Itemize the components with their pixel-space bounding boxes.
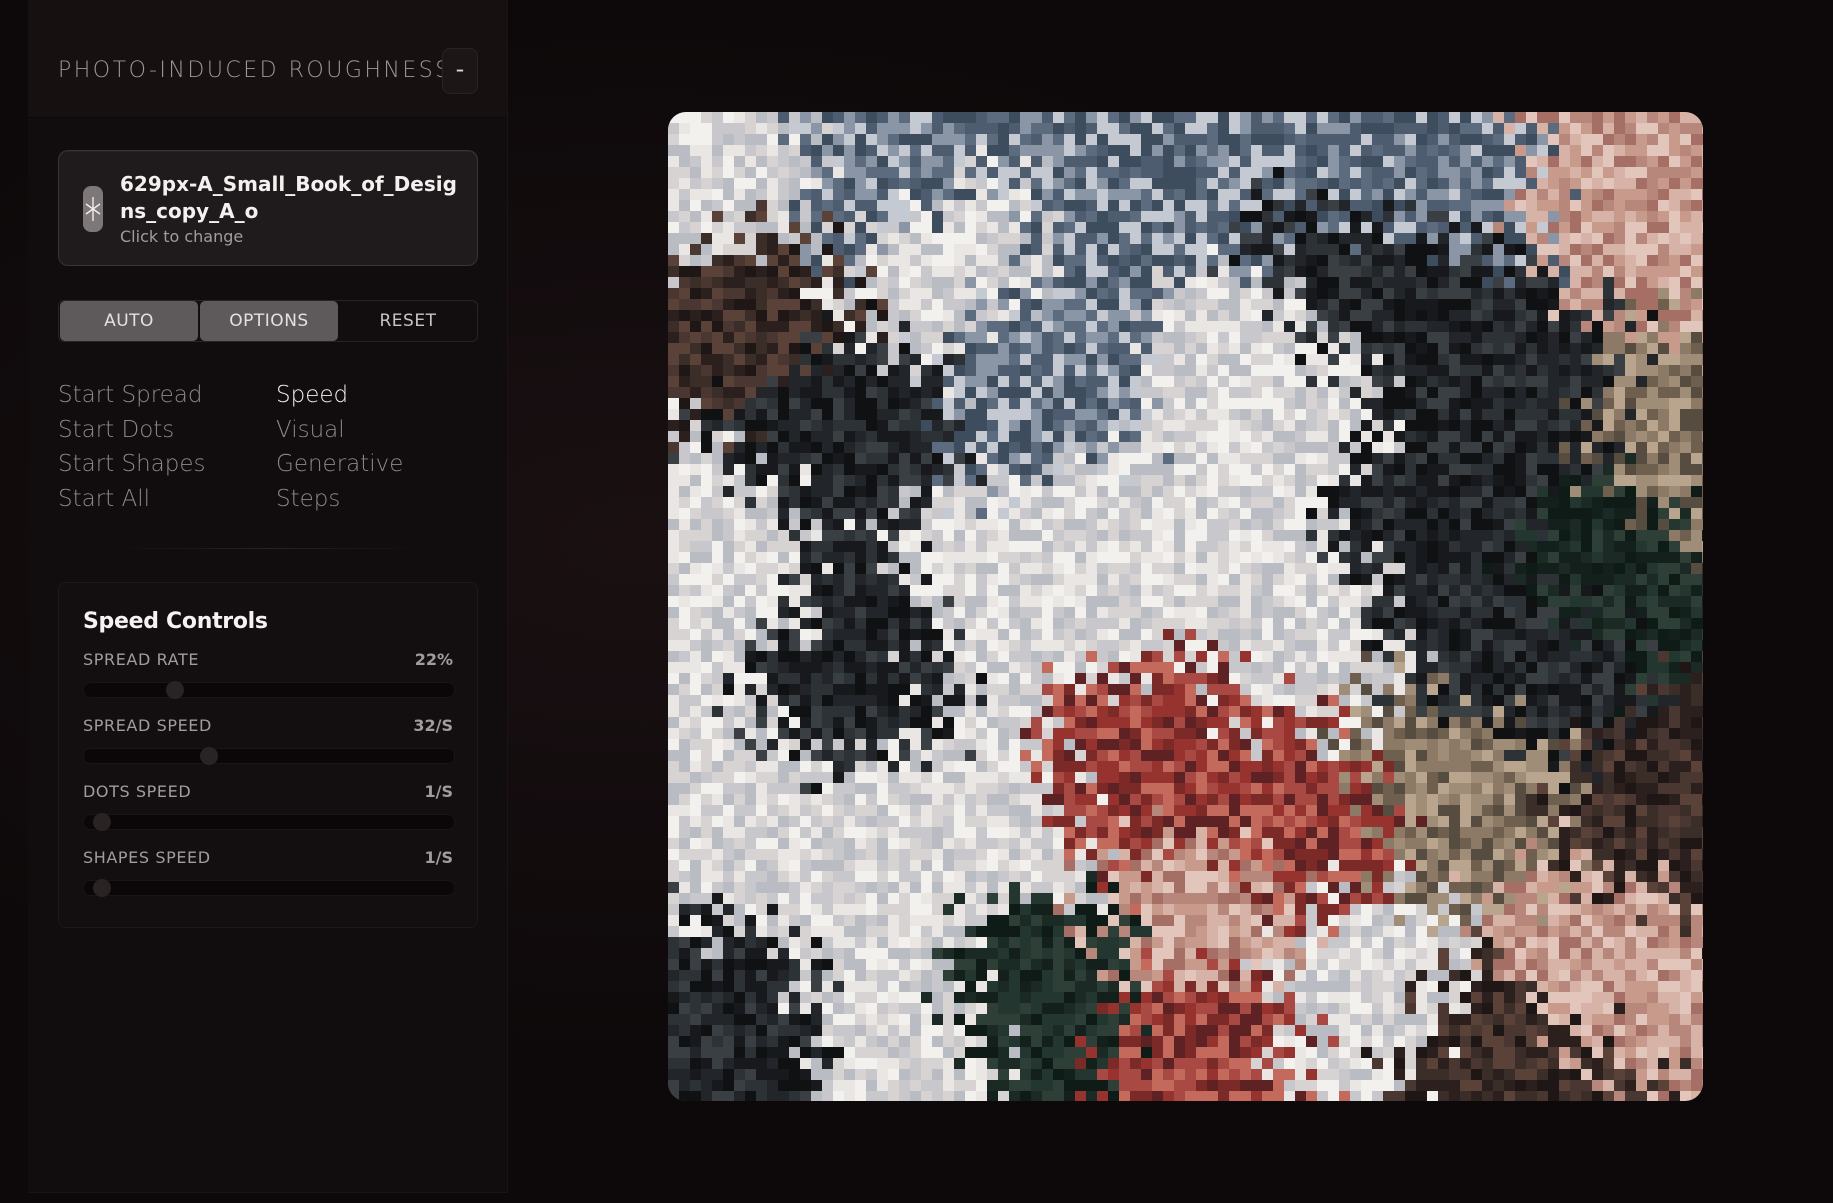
slider-value: 1/S [424,848,454,867]
slider-value: 1/S [424,782,454,801]
section-nav: Speed Visual Generative Steps [276,378,403,516]
app-window: PHOTO-INDUCED ROUGHNESS - 629px-A_Small_… [0,0,1833,1203]
slider-label: SPREAD SPEED [83,716,212,735]
image-file-name: 629px-A_Small_Book_of_Designs_copy_A_o [120,172,457,223]
collapse-button[interactable]: - [442,48,478,94]
reset-button[interactable]: RESET [339,301,477,341]
section-speed[interactable]: Speed [276,378,403,413]
start-all-link[interactable]: Start All [58,482,206,517]
canvas-artwork [668,112,1703,1101]
slider-knob[interactable] [166,681,185,699]
slider-value: 32/S [413,716,453,735]
image-change-hint: Click to change [120,227,244,246]
control-sidebar: PHOTO-INDUCED ROUGHNESS - 629px-A_Small_… [28,0,508,1193]
section-steps[interactable]: Steps [276,482,403,517]
slider-knob[interactable] [199,747,218,765]
start-spread-link[interactable]: Start Spread [58,378,206,413]
mode-tabs: AUTO OPTIONS RESET [58,300,478,342]
slider-label: SPREAD RATE [83,650,200,669]
pixel-canvas[interactable] [668,112,1703,1101]
dots-speed-slider[interactable] [83,813,455,831]
slider-knob[interactable] [93,879,111,897]
dots-speed-control: DOTS SPEED 1/S [83,782,455,842]
spread-rate-slider[interactable] [83,681,455,699]
section-divider [108,548,428,549]
section-visual[interactable]: Visual [276,413,403,448]
spread-speed-control: SPREAD SPEED 32/S [83,716,455,776]
slider-label: SHAPES SPEED [83,848,211,867]
sparkle-icon [85,197,101,221]
start-commands: Start Spread Start Dots Start Shapes Sta… [58,378,206,516]
image-thumbnail [83,186,103,232]
shapes-speed-slider[interactable] [83,879,455,897]
start-shapes-link[interactable]: Start Shapes [58,447,206,482]
panel-title: Speed Controls [83,609,268,634]
tab-auto[interactable]: AUTO [60,301,198,341]
spread-speed-slider[interactable] [83,747,455,765]
app-title: PHOTO-INDUCED ROUGHNESS [58,58,452,83]
slider-knob[interactable] [93,813,111,831]
slider-label: DOTS SPEED [83,782,192,801]
section-generative[interactable]: Generative [276,447,403,482]
shapes-speed-control: SHAPES SPEED 1/S [83,848,455,908]
tab-options[interactable]: OPTIONS [200,301,338,341]
spread-rate-control: SPREAD RATE 22% [83,650,455,710]
sidebar-header: PHOTO-INDUCED ROUGHNESS - [28,0,507,118]
speed-controls-panel: Speed Controls SPREAD RATE 22% SPREAD SP… [58,582,478,928]
slider-value: 22% [414,650,453,669]
start-dots-link[interactable]: Start Dots [58,413,206,448]
image-picker[interactable]: 629px-A_Small_Book_of_Designs_copy_A_o C… [58,150,478,266]
